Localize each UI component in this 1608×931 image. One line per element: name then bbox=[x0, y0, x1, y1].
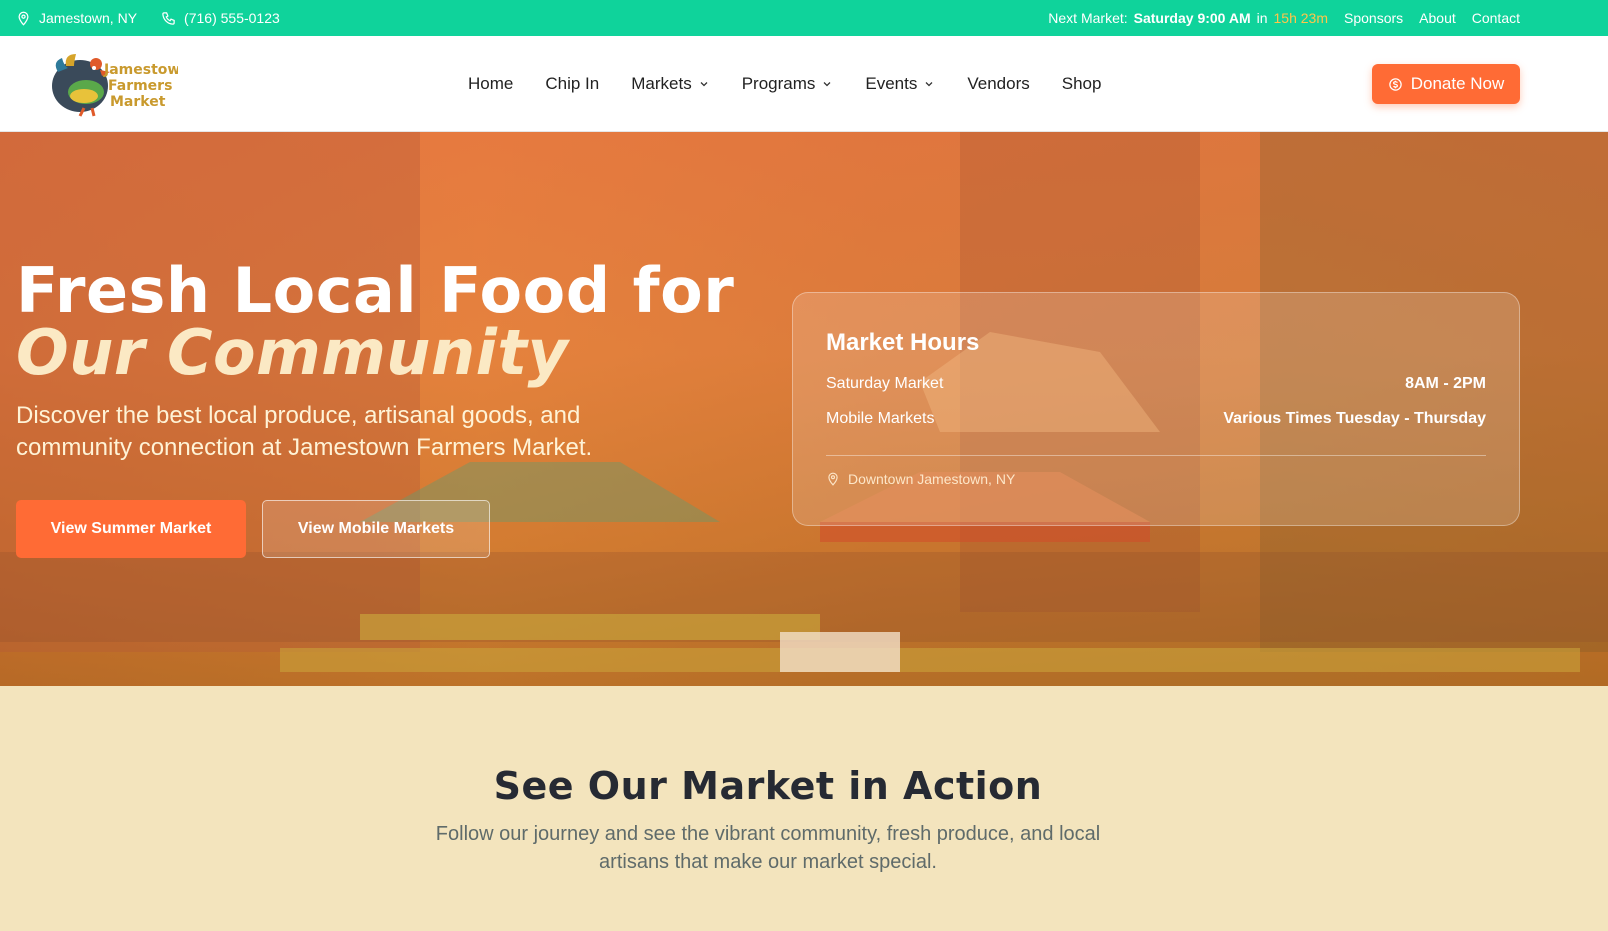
hours-row-value: 8AM - 2PM bbox=[1405, 375, 1486, 392]
site-header: Jamestown Farmers Market Home Chip In Ma… bbox=[0, 36, 1608, 132]
phone-info[interactable]: (716) 555-0123 bbox=[161, 10, 280, 26]
dollar-circle-icon bbox=[1388, 77, 1403, 92]
nav-chip-in-label: Chip In bbox=[545, 74, 600, 93]
nav-shop-label: Shop bbox=[1061, 74, 1102, 93]
map-pin-icon bbox=[826, 472, 840, 486]
hours-row-mobile: Mobile Markets Various Times Tuesday - T… bbox=[826, 410, 1486, 428]
next-market-label: Next Market: bbox=[1048, 10, 1128, 26]
hours-row-saturday: Saturday Market 8AM - 2PM bbox=[826, 375, 1486, 393]
nav-events-label: Events bbox=[865, 74, 918, 93]
top-bar-right: Next Market: Saturday 9:00 AM in 15h 23m… bbox=[1048, 0, 1520, 36]
section-subtitle: Follow our journey and see the vibrant c… bbox=[435, 823, 1101, 873]
logo-text-farmers: Farmers bbox=[108, 78, 172, 94]
nav-home[interactable]: Home bbox=[468, 74, 513, 94]
section-title: See Our Market in Action bbox=[493, 764, 1043, 808]
map-pin-icon bbox=[16, 11, 31, 26]
next-market-in: in bbox=[1256, 10, 1268, 26]
site-logo[interactable]: Jamestown Farmers Market bbox=[48, 50, 190, 118]
nav-chip-in[interactable]: Chip In bbox=[545, 74, 599, 94]
hero-section: Fresh Local Food for Our Community Disco… bbox=[0, 132, 1608, 686]
top-link-about[interactable]: About bbox=[1419, 10, 1456, 26]
logo-text-market: Market bbox=[110, 94, 166, 110]
market-location-text: Downtown Jamestown, NY bbox=[848, 471, 1016, 487]
chevron-down-icon bbox=[698, 78, 710, 90]
countdown-value: 15h 23m bbox=[1273, 10, 1328, 26]
donate-button[interactable]: Donate Now bbox=[1372, 64, 1520, 104]
donate-label: Donate Now bbox=[1410, 74, 1505, 93]
nav-programs[interactable]: Programs bbox=[742, 74, 834, 94]
nav-events[interactable]: Events bbox=[865, 74, 935, 94]
hero-subtitle: Discover the best local produce, artisan… bbox=[16, 402, 593, 461]
main-nav: Home Chip In Markets Programs Events Ven… bbox=[468, 36, 1101, 132]
location-text: Jamestown, NY bbox=[39, 10, 138, 26]
chevron-down-icon bbox=[923, 78, 935, 90]
phone-icon bbox=[161, 11, 176, 26]
hours-row-value: Various Times Tuesday - Thursday bbox=[1223, 410, 1486, 427]
hours-row-label: Saturday Market bbox=[826, 375, 944, 392]
logo-text-jamestown: Jamestown bbox=[103, 62, 178, 78]
hero-title-line2: Our Community bbox=[16, 316, 569, 389]
view-mobile-markets-button[interactable]: View Mobile Markets bbox=[262, 500, 490, 558]
market-hours-title: Market Hours bbox=[826, 329, 980, 356]
nav-markets[interactable]: Markets bbox=[631, 74, 709, 94]
top-bar-contact: Jamestown, NY (716) 555-0123 bbox=[16, 0, 280, 36]
top-info-bar: Jamestown, NY (716) 555-0123 Next Market… bbox=[0, 0, 1608, 36]
hours-row-label: Mobile Markets bbox=[826, 410, 935, 427]
top-link-contact[interactable]: Contact bbox=[1472, 10, 1520, 26]
nav-vendors-label: Vendors bbox=[967, 74, 1030, 93]
market-hours-card: Market Hours Saturday Market 8AM - 2PM M… bbox=[792, 292, 1520, 526]
card-divider bbox=[826, 455, 1486, 456]
view-summer-market-button[interactable]: View Summer Market bbox=[16, 500, 246, 558]
nav-shop[interactable]: Shop bbox=[1062, 74, 1102, 94]
nav-markets-label: Markets bbox=[631, 74, 692, 93]
top-link-sponsors[interactable]: Sponsors bbox=[1344, 10, 1403, 26]
nav-programs-label: Programs bbox=[741, 74, 816, 93]
chevron-down-icon bbox=[821, 78, 833, 90]
market-location: Downtown Jamestown, NY bbox=[826, 471, 1015, 487]
next-market-countdown: Next Market: Saturday 9:00 AM in 15h 23m bbox=[1048, 10, 1328, 26]
phone-text: (716) 555-0123 bbox=[184, 10, 280, 26]
location-info: Jamestown, NY bbox=[16, 10, 137, 26]
nav-vendors[interactable]: Vendors bbox=[967, 74, 1029, 94]
next-market-day: Saturday 9:00 AM bbox=[1133, 10, 1251, 26]
hero-title: Fresh Local Food for Our Community bbox=[16, 260, 734, 384]
nav-home-label: Home bbox=[468, 74, 514, 93]
